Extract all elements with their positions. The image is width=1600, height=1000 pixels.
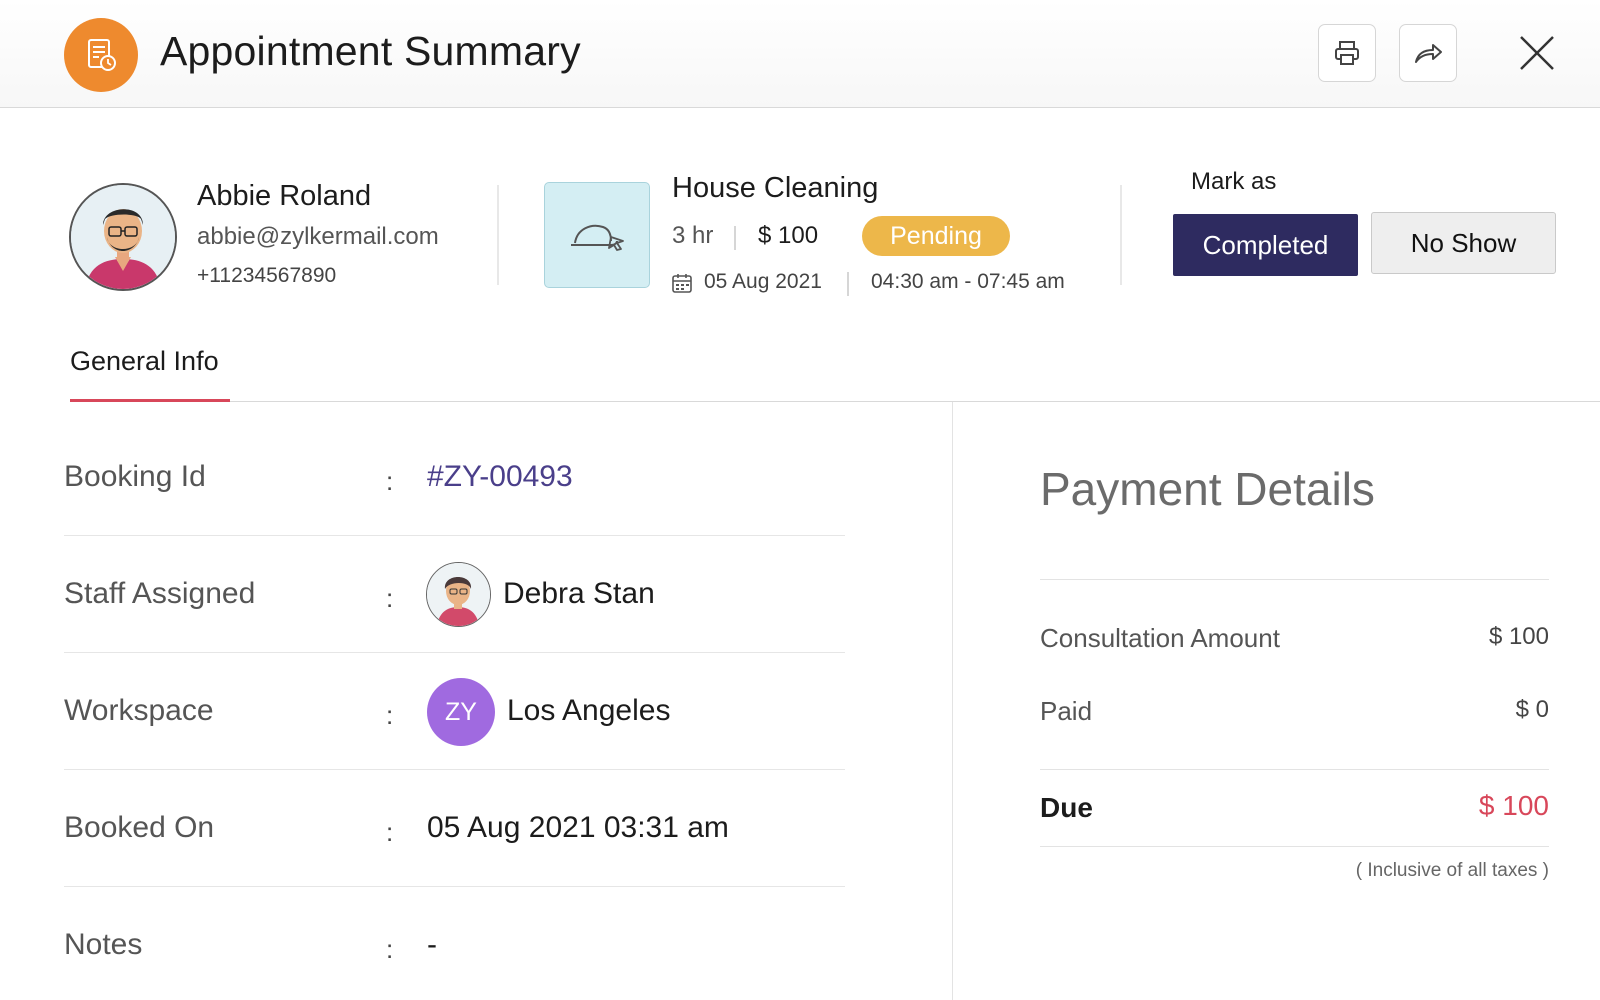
calendar-icon (672, 274, 692, 293)
inline-separator (847, 272, 849, 296)
row-divider (64, 535, 845, 536)
paid-amount-value: $ 0 (1515, 696, 1549, 723)
staff-name: Debra Stan (503, 577, 655, 610)
service-price: $ 100 (758, 222, 819, 249)
customer-name: Abbie Roland (197, 180, 372, 212)
tabs-divider (70, 401, 1600, 402)
document-clock-icon (88, 39, 116, 71)
row-divider (64, 652, 845, 653)
workspace-name: Los Angeles (507, 694, 671, 727)
customer-email: abbie@zylkermail.com (197, 223, 439, 250)
appointment-badge (64, 18, 138, 92)
notes-value: - (427, 928, 437, 961)
tab-general-info[interactable]: General Info (70, 346, 219, 377)
service-thumbnail (544, 182, 650, 288)
modal-header: Appointment Summary (0, 0, 1600, 108)
appointment-date: 05 Aug 2021 (704, 270, 822, 293)
due-amount-value: $ 100 (1478, 790, 1549, 821)
section-divider (1120, 185, 1122, 285)
payment-divider (1040, 846, 1549, 847)
row-divider (64, 886, 845, 887)
consultation-amount-label: Consultation Amount (1040, 623, 1280, 653)
notes-label: Notes (64, 928, 143, 961)
mark-no-show-button[interactable]: No Show (1371, 212, 1556, 274)
workspace-label: Workspace (64, 694, 214, 727)
print-button[interactable] (1318, 24, 1376, 82)
customer-phone: +11234567890 (197, 264, 337, 287)
row-divider (64, 769, 845, 770)
tax-note: ( Inclusive of all taxes ) (1355, 860, 1549, 881)
active-tab-indicator (70, 399, 230, 402)
field-colon: : (386, 700, 394, 730)
payment-divider (1040, 579, 1549, 580)
share-arrow-icon (1415, 44, 1442, 63)
service-duration: 3 hr (672, 222, 714, 249)
payment-divider (1040, 769, 1549, 770)
appointment-time: 04:30 am - 07:45 am (871, 270, 1065, 293)
booked-on-value: 05 Aug 2021 03:31 am (427, 811, 729, 844)
cleaning-cap-icon (571, 224, 624, 251)
payment-details-title: Payment Details (1040, 463, 1375, 515)
service-name: House Cleaning (672, 172, 879, 204)
consultation-amount-value: $ 100 (1488, 623, 1549, 650)
section-divider (497, 185, 499, 285)
printer-icon (1335, 41, 1359, 65)
close-icon (1520, 36, 1554, 70)
mark-completed-button[interactable]: Completed (1173, 214, 1358, 276)
status-badge: Pending (862, 216, 1010, 256)
mark-as-label: Mark as (1191, 168, 1277, 195)
field-colon: : (386, 934, 394, 964)
paid-label: Paid (1040, 696, 1093, 726)
close-button[interactable] (1516, 32, 1558, 74)
due-label: Due (1040, 792, 1093, 823)
inline-separator (734, 226, 736, 250)
page-title: Appointment Summary (160, 28, 581, 74)
workspace-avatar: ZY (427, 678, 495, 746)
panel-divider (952, 402, 953, 1000)
field-colon: : (386, 583, 394, 613)
field-colon: : (386, 466, 394, 496)
share-button[interactable] (1399, 24, 1457, 82)
booking-id-label: Booking Id (64, 460, 206, 493)
staff-assigned-label: Staff Assigned (64, 577, 256, 610)
staff-avatar (426, 562, 491, 627)
field-colon: : (386, 817, 394, 847)
booking-id-link[interactable]: #ZY-00493 (427, 460, 573, 494)
customer-avatar (69, 183, 177, 291)
booked-on-label: Booked On (64, 811, 215, 844)
